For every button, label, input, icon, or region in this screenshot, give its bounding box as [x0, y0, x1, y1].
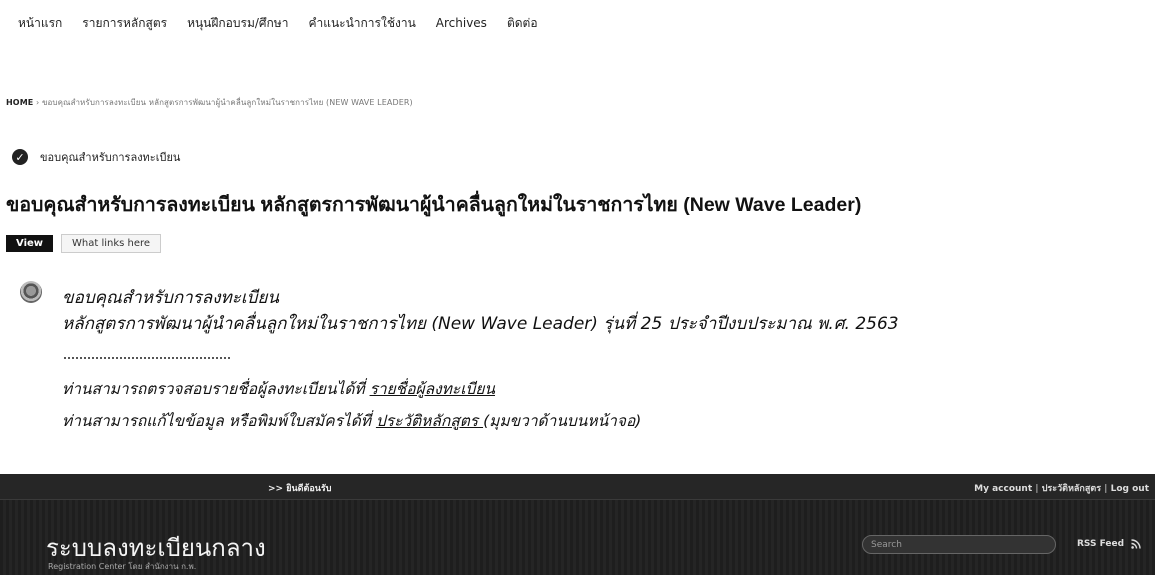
top-navigation: หน้าแรก รายการหลักสูตร หนุนฝึกอบรม/ศึกษา… — [0, 10, 538, 36]
breadcrumb: HOME › ขอบคุณสำหรับการลงทะเบียน หลักสูตร… — [6, 96, 413, 109]
nav-item-contact[interactable]: ติดต่อ — [507, 14, 538, 33]
account-separator: | — [1032, 484, 1042, 494]
course-history-header-link[interactable]: ประวัติหลักสูตร — [1042, 484, 1101, 494]
check-circle-icon: ✓ — [12, 149, 28, 165]
nav-item-guide[interactable]: คำแนะนำการใช้งาน — [308, 14, 415, 33]
site-slogan: Registration Center โดย สำนักงาน ก.พ. — [48, 562, 197, 571]
logout-link[interactable]: Log out — [1111, 484, 1149, 494]
check-registrants-text: ท่านสามารถตรวจสอบรายชื่อผู้ลงทะเบียนได้ท… — [62, 380, 370, 398]
nav-item-scholarships[interactable]: หนุนฝึกอบรม/ศึกษา — [187, 14, 288, 33]
rss-icon — [1131, 539, 1141, 549]
breadcrumb-separator: › — [35, 98, 40, 107]
nav-item-archives[interactable]: Archives — [436, 16, 487, 30]
site-header-banner: >> ยินดีต้อนรับ My account | ประวัติหลัก… — [0, 474, 1155, 575]
welcome-text: >> ยินดีต้อนรับ — [268, 484, 332, 494]
my-account-link[interactable]: My account — [974, 484, 1032, 494]
page-tabs: View What links here — [6, 234, 162, 253]
thank-you-heading: ขอบคุณสำหรับการลงทะเบียน — [62, 288, 280, 308]
nav-item-home[interactable]: หน้าแรก — [18, 14, 62, 33]
rss-feed-link[interactable]: RSS Feed — [1077, 539, 1141, 549]
nav-item-courses[interactable]: รายการหลักสูตร — [82, 14, 167, 33]
tab-view[interactable]: View — [6, 235, 54, 252]
dotted-divider — [64, 357, 230, 359]
registrant-list-link[interactable]: รายชื่อผู้ลงทะเบียน — [370, 380, 495, 398]
edit-info-text: ท่านสามารถแก้ไขข้อมูล หรือพิมพ์ใบสมัครได… — [62, 412, 376, 430]
course-history-link[interactable]: ประวัติหลักสูตร — [376, 412, 483, 430]
tab-what-links-here[interactable]: What links here — [61, 234, 162, 253]
account-separator: | — [1101, 484, 1111, 494]
course-name-line: หลักสูตรการพัฒนาผู้นำคลื่นลูกใหม่ในราชกา… — [62, 314, 899, 334]
account-links: My account | ประวัติหลักสูตร | Log out — [974, 481, 1149, 495]
edit-info-line: ท่านสามารถแก้ไขข้อมูล หรือพิมพ์ใบสมัครได… — [62, 408, 641, 433]
rss-feed-label: RSS Feed — [1077, 539, 1125, 549]
status-message: ✓ ขอบคุณสำหรับการลงทะเบียน — [12, 148, 180, 166]
seal-icon — [20, 281, 42, 303]
breadcrumb-home-link[interactable]: HOME — [6, 98, 33, 107]
header-top-bar: >> ยินดีต้อนรับ My account | ประวัติหลัก… — [0, 474, 1155, 500]
check-registrants-line: ท่านสามารถตรวจสอบรายชื่อผู้ลงทะเบียนได้ท… — [62, 376, 495, 401]
breadcrumb-current: ขอบคุณสำหรับการลงทะเบียน หลักสูตรการพัฒน… — [41, 98, 413, 107]
page-title: ขอบคุณสำหรับการลงทะเบียน หลักสูตรการพัฒน… — [6, 194, 862, 216]
edit-info-note: (มุมขวาด้านบนหน้าจอ) — [483, 412, 642, 430]
status-message-text: ขอบคุณสำหรับการลงทะเบียน — [40, 151, 181, 164]
search-input[interactable] — [862, 535, 1056, 554]
